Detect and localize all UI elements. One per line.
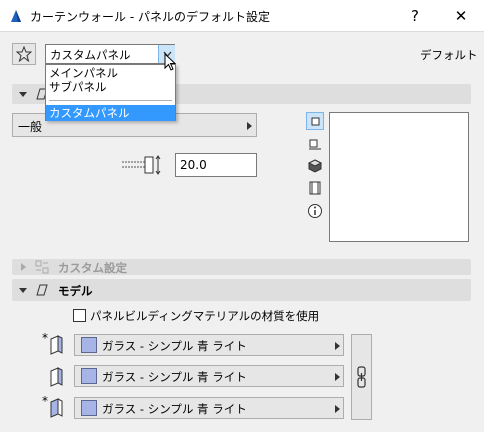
collapse-arrow-icon bbox=[19, 288, 27, 293]
chevron-right-icon bbox=[247, 122, 252, 130]
window-title: カーテンウォール - パネルのデフォルト設定 bbox=[30, 10, 270, 24]
filmstrip-icon[interactable] bbox=[307, 180, 323, 196]
surface-label: ガラス - シンプル 青 ライト bbox=[102, 339, 247, 353]
inner-surface-icon: * bbox=[42, 396, 63, 418]
thickness-value: 20.0 bbox=[180, 158, 207, 172]
mouse-cursor-icon bbox=[164, 53, 177, 71]
preview-area bbox=[329, 112, 469, 242]
dropdown-option-custom-panel[interactable]: カスタムパネル bbox=[46, 105, 175, 121]
model-label: モデル bbox=[58, 284, 93, 298]
section-header-model[interactable]: モデル bbox=[12, 279, 471, 301]
svg-text:*: * bbox=[42, 396, 48, 408]
default-label: デフォルト bbox=[420, 48, 478, 62]
chevron-right-icon bbox=[335, 342, 340, 350]
section-header-custom-settings[interactable]: カスタム設定 bbox=[12, 259, 471, 275]
thickness-input[interactable]: 20.0 bbox=[175, 153, 257, 177]
surface-label: ガラス - シンプル 青 ライト bbox=[102, 370, 247, 384]
use-material-checkbox[interactable] bbox=[73, 309, 86, 322]
archicad-app-icon bbox=[8, 8, 24, 24]
dropdown-option-sub-panel[interactable]: サブパネル bbox=[46, 79, 175, 95]
custom-settings-icon bbox=[35, 260, 49, 274]
svg-text:*: * bbox=[42, 333, 48, 345]
info-icon[interactable] bbox=[307, 203, 323, 219]
chain-link-icon bbox=[356, 366, 366, 388]
model-panel-icon bbox=[36, 284, 48, 296]
chevron-right-icon bbox=[335, 373, 340, 381]
color-swatch bbox=[81, 368, 97, 384]
help-button[interactable]: ? bbox=[392, 0, 438, 32]
preset-select[interactable]: カスタムパネル bbox=[45, 44, 175, 64]
preview-2d-button[interactable] bbox=[306, 112, 324, 130]
outer-surface-icon: * bbox=[42, 333, 63, 355]
surface-label: ガラス - シンプル 青 ライト bbox=[102, 402, 247, 416]
preset-select-value: カスタムパネル bbox=[50, 48, 131, 62]
square-view-icon bbox=[311, 117, 320, 126]
3d-view-icon[interactable] bbox=[307, 158, 323, 174]
collapse-arrow-icon bbox=[19, 92, 27, 97]
section-view-icon[interactable] bbox=[307, 137, 323, 153]
color-swatch bbox=[81, 400, 97, 416]
chevron-right-icon bbox=[335, 405, 340, 413]
category-label: 一般 bbox=[18, 120, 43, 134]
star-icon bbox=[16, 46, 32, 62]
expand-arrow-icon bbox=[21, 263, 26, 271]
use-material-label: パネルビルディングマテリアルの材質を使用 bbox=[90, 309, 320, 323]
edge-surface-icon bbox=[50, 367, 63, 387]
outer-surface-select[interactable]: ガラス - シンプル 青 ライト bbox=[74, 334, 344, 356]
color-swatch bbox=[81, 337, 97, 353]
custom-settings-label: カスタム設定 bbox=[58, 261, 127, 275]
preset-dropdown-list: メインパネル サブパネル カスタムパネル bbox=[45, 64, 176, 121]
close-button[interactable]: ✕ bbox=[438, 0, 484, 32]
inner-surface-select[interactable]: ガラス - シンプル 青 ライト bbox=[74, 397, 344, 419]
link-surfaces-toggle[interactable] bbox=[351, 334, 372, 420]
favorites-button[interactable] bbox=[12, 43, 36, 65]
edge-surface-select[interactable]: ガラス - シンプル 青 ライト bbox=[74, 365, 344, 387]
title-bar: カーテンウォール - パネルのデフォルト設定 ? ✕ bbox=[0, 0, 484, 32]
panel-thickness-icon bbox=[122, 155, 161, 175]
dropdown-separator bbox=[49, 100, 172, 101]
